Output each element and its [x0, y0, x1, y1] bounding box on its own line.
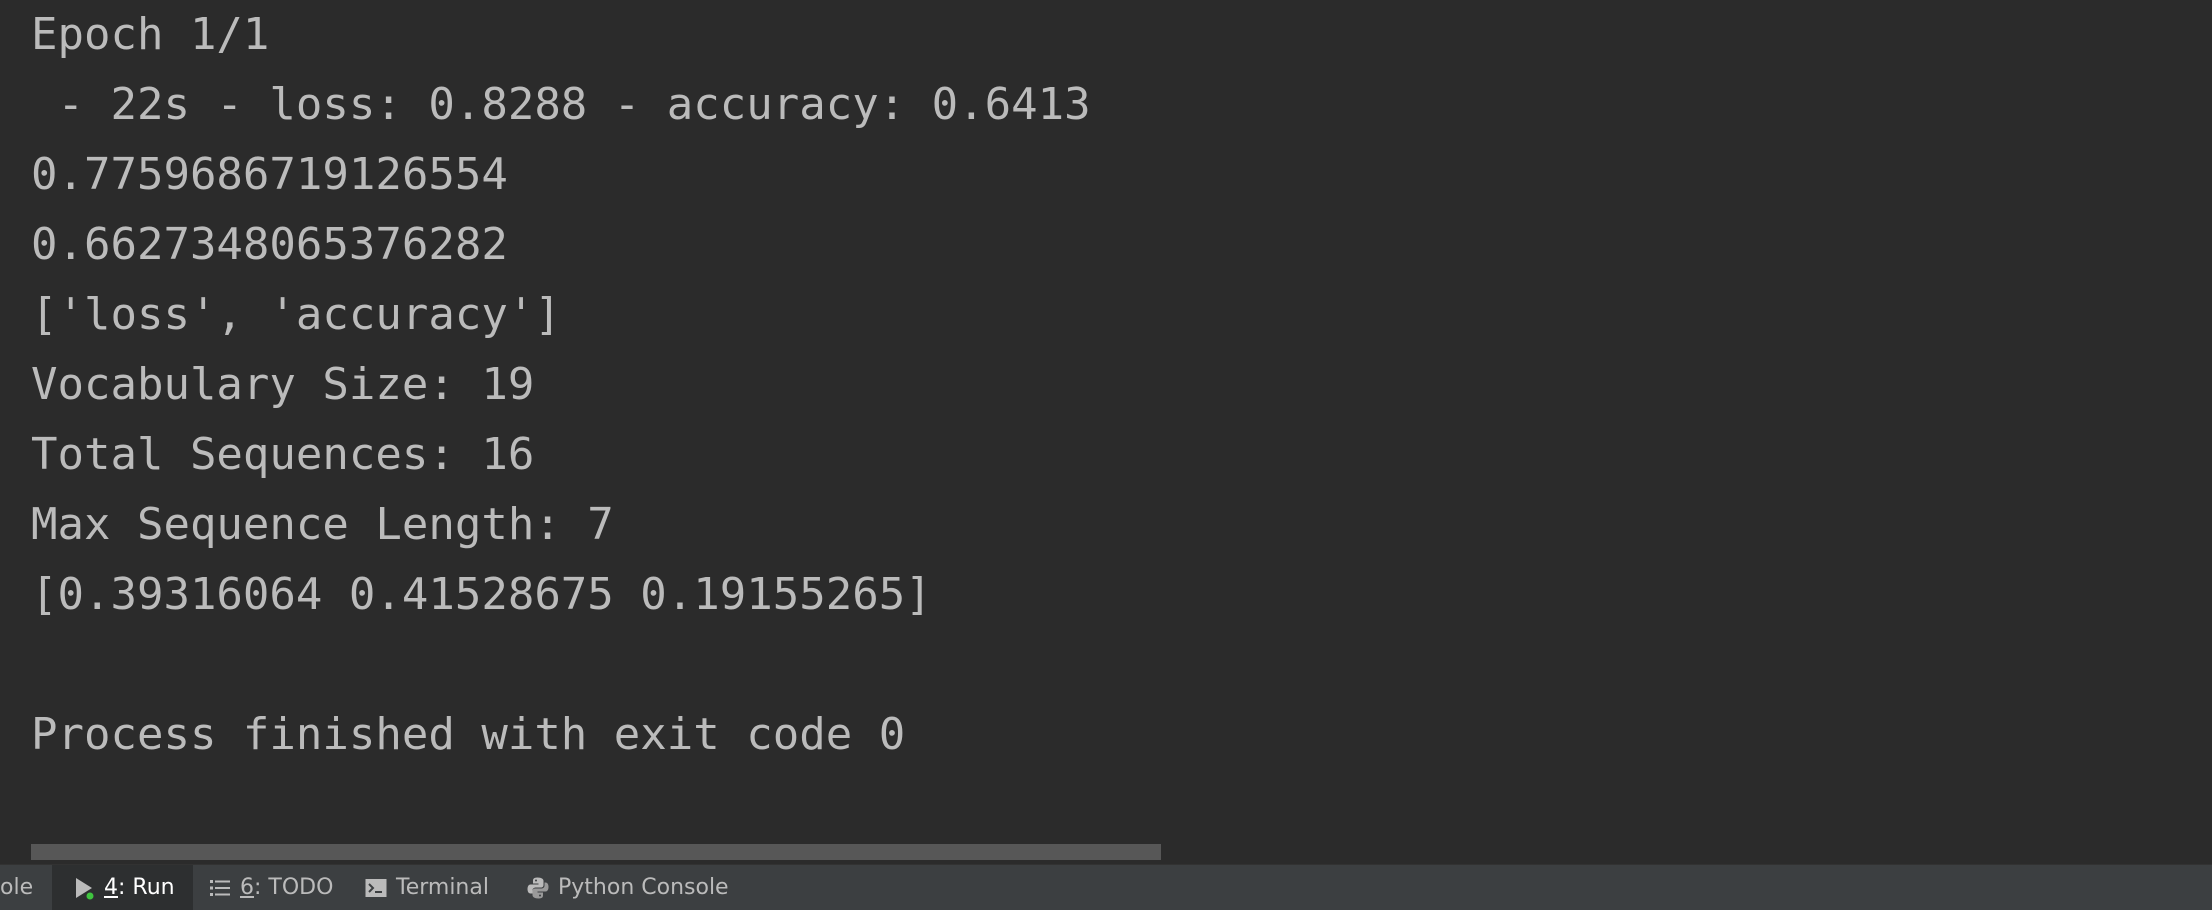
tab-run-label: : Run: [118, 875, 175, 900]
python-icon: [527, 877, 549, 898]
run-console-output[interactable]: Epoch 1/1 - 22s - loss: 0.8288 - accurac…: [0, 0, 2212, 864]
tab-todo[interactable]: 6 : TODO: [208, 865, 333, 910]
run-icon: [76, 877, 94, 899]
console-line: Process finished with exit code 0: [31, 709, 906, 760]
console-line: ['loss', 'accuracy']: [31, 289, 561, 340]
tab-terminal-label: Terminal: [396, 875, 489, 900]
tab-console[interactable]: ole: [0, 865, 33, 910]
tab-todo-number: 6: [240, 875, 254, 900]
tab-python-console[interactable]: Python Console: [526, 865, 729, 910]
console-line: - 22s - loss: 0.8288 - accuracy: 0.6413: [31, 79, 1091, 130]
horizontal-scrollbar[interactable]: [31, 844, 1161, 860]
tab-run[interactable]: 4 : Run: [52, 865, 193, 910]
console-line: [0.39316064 0.41528675 0.19155265]: [31, 569, 932, 620]
tool-window-bar: ole 4 : Run 6 : TODO Terminal Python Con…: [0, 864, 2212, 910]
tab-console-label: ole: [0, 875, 34, 900]
terminal-icon: [365, 878, 387, 897]
console-line: Vocabulary Size: 19: [31, 359, 535, 410]
list-icon: [210, 879, 230, 896]
console-line: 0.6627348065376282: [31, 219, 508, 270]
console-line: Max Sequence Length: 7: [31, 499, 614, 550]
tab-terminal[interactable]: Terminal: [364, 865, 489, 910]
tab-run-number: 4: [104, 875, 118, 900]
console-line: Epoch 1/1: [31, 9, 270, 60]
tab-todo-label: : TODO: [254, 875, 334, 900]
console-line: Total Sequences: 16: [31, 429, 535, 480]
console-line: 0.7759686719126554: [31, 149, 508, 200]
tab-python-console-label: Python Console: [558, 875, 729, 900]
console-lines: Epoch 1/1 - 22s - loss: 0.8288 - accurac…: [31, 0, 2212, 770]
